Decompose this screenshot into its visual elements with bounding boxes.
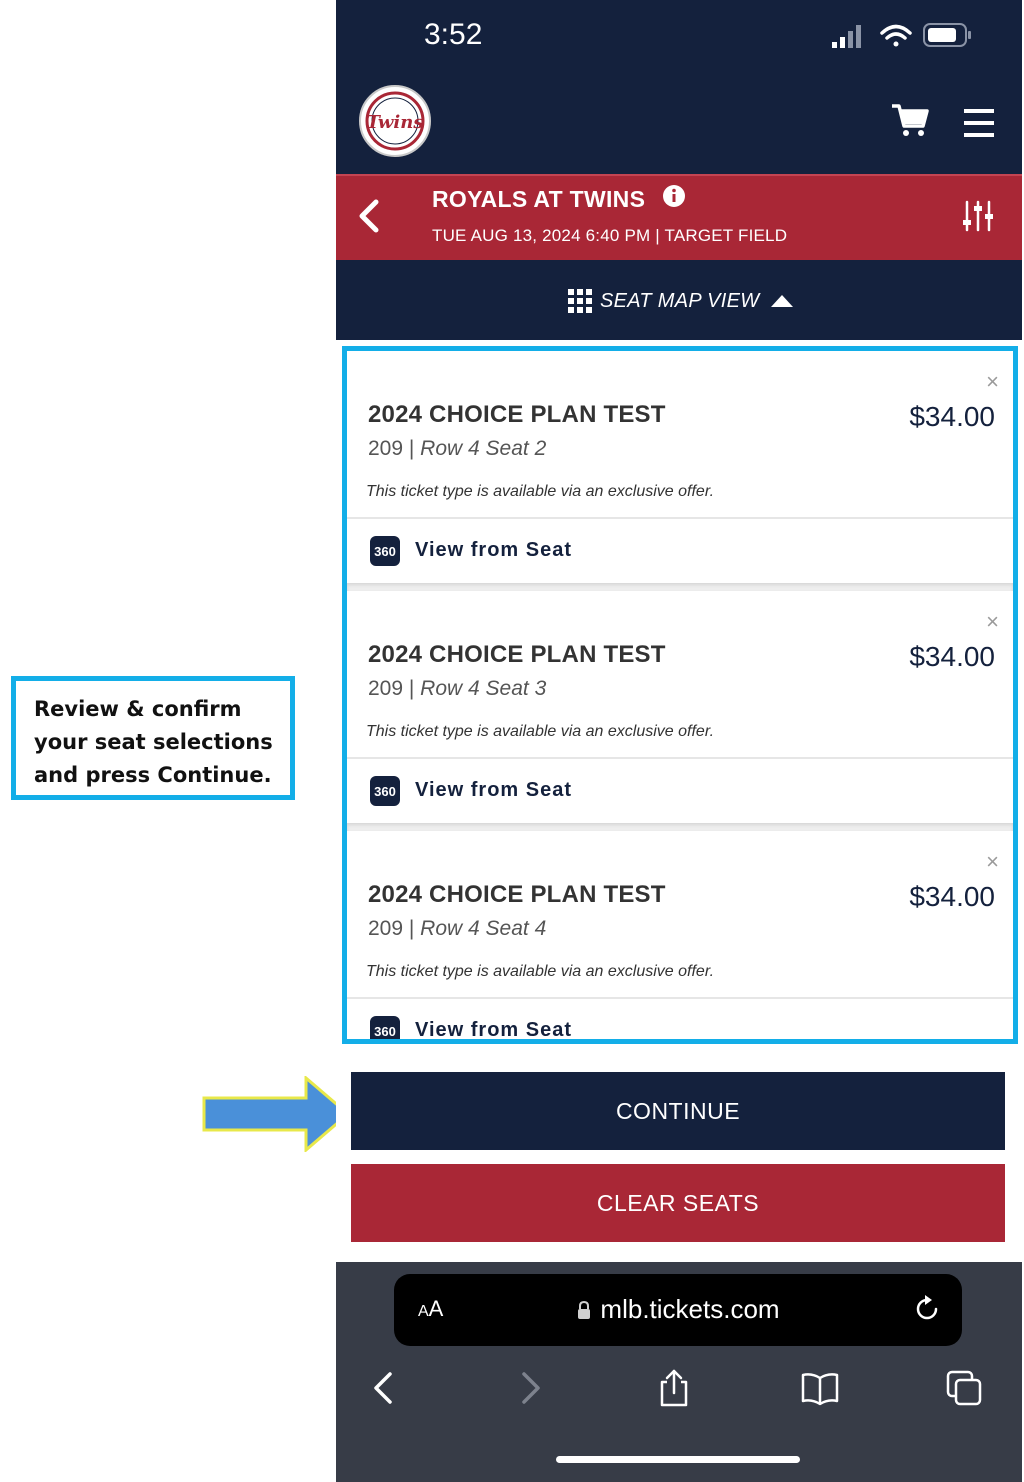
ticket-seat: 209 | Row 4 Seat 4: [368, 917, 547, 940]
info-icon[interactable]: [662, 184, 686, 208]
status-time: 3:52: [424, 18, 483, 51]
ticket-row-seat: Row 4 Seat 2: [420, 437, 547, 460]
address-bar[interactable]: AA mlb.tickets.com: [394, 1274, 962, 1346]
ticket-note: This ticket type is available via an exc…: [366, 483, 715, 500]
grid-icon: [568, 289, 592, 313]
ticket-row-seat: Row 4 Seat 4: [420, 917, 547, 940]
twins-logo[interactable]: Twins: [358, 84, 432, 158]
back-icon[interactable]: [354, 196, 384, 236]
event-title: ROYALS AT TWINS: [432, 186, 646, 212]
signal-icon: [832, 25, 861, 48]
ticket-name: 2024 CHOICE PLAN TEST: [368, 641, 666, 668]
status-bar: 3:52: [336, 0, 1022, 70]
pointer-arrow-icon: [202, 1076, 350, 1152]
menu-icon[interactable]: [962, 106, 996, 140]
ticket-card: × 2024 CHOICE PLAN TEST $34.00 209 | Row…: [347, 831, 1013, 1041]
ticket-row-seat: Row 4 Seat 3: [420, 677, 547, 700]
ticket-section: 209: [368, 677, 404, 700]
close-icon[interactable]: ×: [986, 851, 999, 873]
status-icons: [832, 20, 972, 57]
site-header: Twins: [336, 70, 1022, 174]
svg-text:360: 360: [374, 784, 396, 799]
bookmarks-icon[interactable]: [800, 1368, 840, 1408]
share-icon[interactable]: [654, 1368, 694, 1408]
ticket-section: 209: [368, 917, 404, 940]
svg-text:360: 360: [374, 1024, 396, 1039]
forward-arrow-icon[interactable]: [510, 1368, 550, 1408]
ticket-name: 2024 CHOICE PLAN TEST: [368, 401, 666, 428]
lock-icon: [578, 1300, 591, 1319]
close-icon[interactable]: ×: [986, 611, 999, 633]
ticket-seat: 209 | Row 4 Seat 3: [368, 677, 547, 700]
360-icon: 360: [370, 776, 400, 806]
wifi-icon: [880, 24, 912, 47]
ticket-card: × 2024 CHOICE PLAN TEST $34.00 209 | Row…: [347, 351, 1013, 583]
close-icon[interactable]: ×: [986, 371, 999, 393]
clear-seats-button[interactable]: CLEAR SEATS: [351, 1164, 1005, 1242]
ticket-note: This ticket type is available via an exc…: [366, 723, 715, 740]
360-icon: 360: [370, 1016, 400, 1039]
ticket-section: 209: [368, 437, 404, 460]
filter-icon[interactable]: [960, 198, 996, 234]
back-arrow-icon[interactable]: [364, 1368, 404, 1408]
ticket-price: $34.00: [909, 401, 995, 432]
url-display[interactable]: mlb.tickets.com: [394, 1294, 962, 1325]
continue-button[interactable]: CONTINUE: [351, 1072, 1005, 1150]
battery-icon: [923, 23, 971, 47]
view-from-seat-label: View from Seat: [415, 539, 573, 561]
view-from-seat-link[interactable]: 360 View from Seat: [347, 997, 1013, 1041]
view-from-seat-link[interactable]: 360 View from Seat: [347, 517, 1013, 581]
instruction-callout: Review & confirm your seat selections an…: [11, 676, 295, 800]
seat-map-toggle[interactable]: SEAT MAP VIEW: [568, 284, 795, 318]
view-from-seat-link[interactable]: 360 View from Seat: [347, 757, 1013, 821]
home-indicator: [556, 1456, 800, 1463]
view-from-seat-label: View from Seat: [415, 1019, 573, 1041]
ticket-price: $34.00: [909, 881, 995, 912]
browser-toolbar: AA mlb.tickets.com: [336, 1262, 1022, 1482]
seat-map-bar: SEAT MAP VIEW: [336, 260, 1022, 340]
svg-text:Twins: Twins: [367, 112, 424, 133]
ticket-name: 2024 CHOICE PLAN TEST: [368, 881, 666, 908]
ticket-divider: [347, 583, 1013, 591]
ticket-divider: [347, 823, 1013, 831]
seat-map-label: SEAT MAP VIEW: [600, 289, 760, 312]
tabs-icon[interactable]: [944, 1368, 984, 1408]
url-text: mlb.tickets.com: [600, 1294, 780, 1324]
event-header: ROYALS AT TWINS TUE AUG 13, 2024 6:40 PM…: [336, 174, 1022, 260]
selected-tickets-list: × 2024 CHOICE PLAN TEST $34.00 209 | Row…: [342, 346, 1018, 1044]
phone-screen: 3:52 Twins ROYALS AT TWINS TUE AUG 13, 2…: [336, 0, 1022, 1482]
cart-icon[interactable]: [890, 100, 930, 140]
ticket-seat: 209 | Row 4 Seat 2: [368, 437, 547, 460]
ticket-price: $34.00: [909, 641, 995, 672]
event-date-venue: TUE AUG 13, 2024 6:40 PM | TARGET FIELD: [432, 226, 788, 245]
svg-text:360: 360: [374, 544, 396, 559]
ticket-note: This ticket type is available via an exc…: [366, 963, 715, 980]
reload-icon[interactable]: [912, 1294, 942, 1324]
view-from-seat-label: View from Seat: [415, 779, 573, 801]
360-icon: 360: [370, 536, 400, 566]
caret-up-icon: [771, 295, 794, 307]
ticket-card: × 2024 CHOICE PLAN TEST $34.00 209 | Row…: [347, 591, 1013, 823]
